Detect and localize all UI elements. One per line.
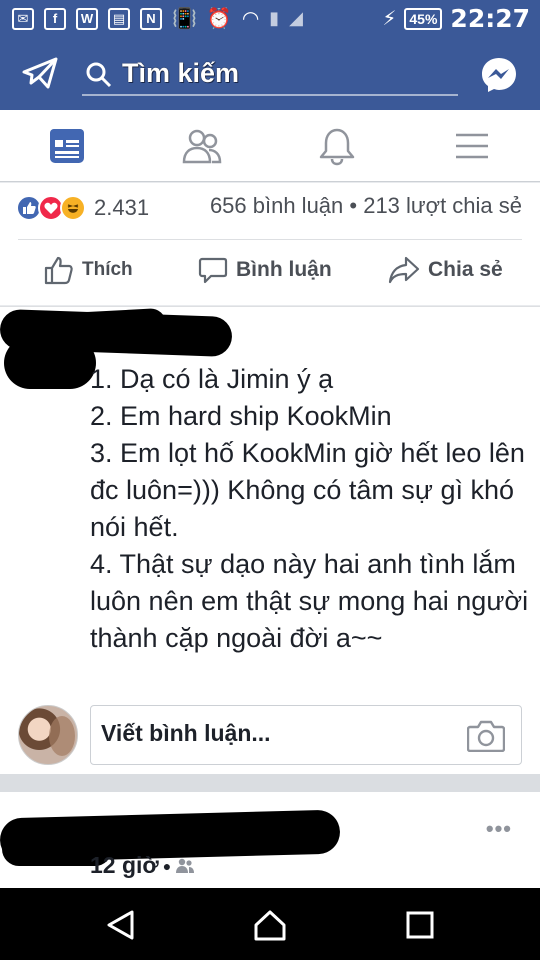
- like-label: Thích: [82, 259, 133, 280]
- wattpad-icon: W: [76, 7, 98, 30]
- sim-alert-icon: ▮: [269, 8, 280, 28]
- like-icon: [44, 256, 73, 285]
- search-input[interactable]: Tìm kiếm: [122, 58, 239, 89]
- camera-icon[interactable]: [467, 718, 505, 752]
- recent-apps-icon[interactable]: [403, 908, 437, 942]
- reactions-summary[interactable]: 2.431: [16, 195, 149, 221]
- paper-plane-icon[interactable]: [22, 56, 58, 90]
- vibrate-icon: 📳: [172, 8, 197, 30]
- app-bar: Tìm kiếm: [0, 38, 540, 110]
- post-summary: 2.431 656 bình luận • 213 lượt chia sẻ T…: [0, 183, 540, 305]
- share-label: Chia sẻ: [428, 258, 503, 281]
- news-feed-icon[interactable]: [47, 126, 87, 166]
- comment-input[interactable]: Viết bình luận...: [90, 705, 522, 765]
- notification-icons: ✉ f W ▤ N 📳 ⏰ ◠ ▮ ◢: [12, 6, 303, 31]
- signal-icon: ◢: [289, 8, 304, 28]
- friends-icon[interactable]: [182, 126, 222, 166]
- tab-bar: [0, 110, 540, 182]
- status-bar: ✉ f W ▤ N 📳 ⏰ ◠ ▮ ◢ ⚡ 45% 22:27: [0, 0, 540, 38]
- write-comment-row: Viết bình luận...: [0, 697, 540, 767]
- home-icon[interactable]: [253, 908, 287, 942]
- menu-icon[interactable]: [452, 126, 492, 166]
- next-post-header: ••• 12 giờ ●: [0, 792, 540, 888]
- comment-input-placeholder: Viết bình luận...: [101, 720, 271, 746]
- more-options-icon[interactable]: •••: [486, 816, 512, 842]
- reaction-count: 2.431: [94, 195, 150, 220]
- comment-button[interactable]: Bình luận: [198, 255, 332, 285]
- alarm-icon: ⏰: [206, 8, 232, 30]
- feed-separator: [0, 774, 540, 792]
- divider: [18, 239, 522, 240]
- facebook-notif-icon: f: [44, 7, 66, 30]
- share-icon: [388, 256, 420, 284]
- separator-dot: ●: [162, 857, 172, 874]
- battery-indicator: 45%: [404, 7, 443, 30]
- comment-text: 1. Dạ có là Jimin ý ạ 2. Em hard ship Ko…: [90, 364, 529, 653]
- post-time: 12 giờ: [90, 852, 159, 878]
- haha-reaction-icon: [60, 195, 86, 221]
- wifi-icon: ◠: [241, 8, 260, 30]
- messenger-icon[interactable]: [480, 56, 518, 94]
- comment-label: Bình luận: [236, 258, 332, 281]
- charging-icon: ⚡: [382, 8, 397, 30]
- nfc-icon: N: [140, 7, 162, 30]
- comment-share-counts[interactable]: 656 bình luận • 213 lượt chia sẻ: [210, 193, 522, 219]
- post-actions: Thích Bình luận Chia sẻ: [0, 247, 540, 303]
- friends-audience-icon: [176, 858, 195, 873]
- search-bar[interactable]: Tìm kiếm: [82, 54, 458, 96]
- document-icon: ▤: [108, 7, 130, 30]
- messages-icon: ✉: [12, 7, 34, 30]
- post-meta: 12 giờ ●: [90, 852, 195, 879]
- like-button[interactable]: Thích: [44, 255, 133, 285]
- clock: 22:27: [450, 4, 530, 33]
- back-icon[interactable]: [104, 908, 138, 942]
- search-icon: [86, 62, 112, 88]
- navigation-bar: [0, 888, 540, 960]
- notifications-icon[interactable]: [317, 126, 357, 166]
- comment-icon: [198, 257, 228, 284]
- comment-section: 1. Dạ có là Jimin ý ạ 2. Em hard ship Ko…: [0, 306, 540, 774]
- share-button[interactable]: Chia sẻ: [388, 255, 503, 285]
- avatar: [18, 705, 78, 765]
